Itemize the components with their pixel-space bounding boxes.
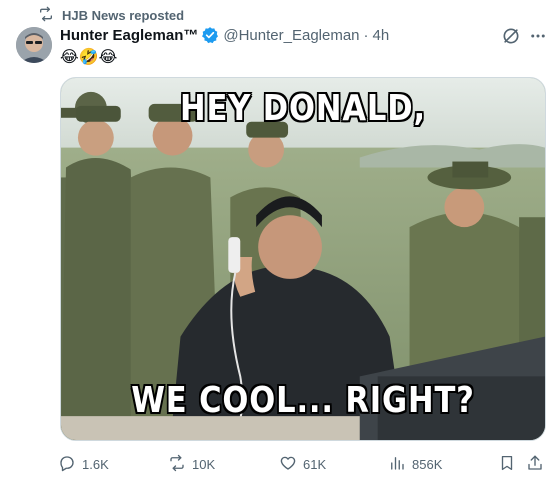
action-bar: 1.6K 10K 61K 856K bbox=[58, 453, 548, 475]
repost-icon bbox=[38, 6, 54, 25]
like-button[interactable]: 61K bbox=[279, 453, 326, 475]
more-icon[interactable] bbox=[527, 25, 549, 47]
grok-icon[interactable] bbox=[500, 25, 522, 47]
bookmark-icon bbox=[498, 454, 516, 475]
reply-button[interactable]: 1.6K bbox=[58, 453, 109, 475]
separator: · bbox=[363, 26, 369, 44]
share-icon bbox=[526, 454, 544, 475]
verified-badge-icon bbox=[201, 26, 219, 44]
avatar[interactable] bbox=[16, 27, 52, 63]
tweet-image[interactable]: HEY DONALD, WE COOL... RIGHT? bbox=[60, 77, 546, 441]
tweet-text: 😂🤣😂 bbox=[60, 47, 118, 66]
reply-count: 1.6K bbox=[82, 456, 109, 472]
timestamp[interactable]: 4h bbox=[373, 27, 390, 44]
views-icon bbox=[388, 454, 406, 475]
repost-indicator[interactable]: HJB News reposted bbox=[38, 6, 184, 24]
repost-count: 10K bbox=[192, 456, 216, 472]
repost-label: HJB News reposted bbox=[62, 7, 185, 23]
views-button[interactable]: 856K bbox=[388, 453, 442, 475]
like-icon bbox=[279, 454, 297, 475]
like-count: 61K bbox=[303, 456, 327, 472]
views-count: 856K bbox=[412, 456, 443, 472]
meme-bottom-text: WE COOL... RIGHT? bbox=[131, 380, 475, 421]
bookmark-button[interactable] bbox=[498, 453, 516, 475]
reply-icon bbox=[58, 454, 76, 475]
handle[interactable]: @Hunter_Eagleman bbox=[223, 27, 359, 44]
tweet-header: Hunter Eagleman™ @Hunter_Eagleman · 4h bbox=[60, 25, 389, 45]
share-button[interactable] bbox=[526, 453, 544, 475]
display-name[interactable]: Hunter Eagleman™ bbox=[60, 27, 198, 44]
repost-icon bbox=[168, 454, 186, 475]
repost-button[interactable]: 10K bbox=[168, 453, 215, 475]
meme-top-text: HEY DONALD, bbox=[180, 88, 426, 129]
